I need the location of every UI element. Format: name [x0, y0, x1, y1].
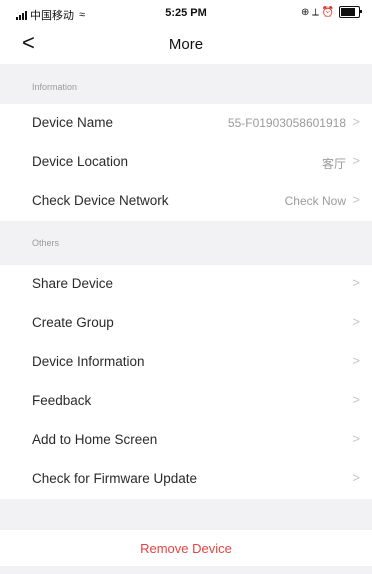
section-title: Information: [32, 82, 78, 92]
row-label: Feedback: [32, 393, 92, 408]
status-right: ⊕ ⟂ ⏰: [300, 6, 362, 18]
page-title: More: [168, 36, 204, 53]
row-label: Check for Firmware Update: [32, 471, 198, 486]
chevron-right-icon: >: [352, 275, 360, 290]
row-value: 客厅: [321, 157, 346, 171]
row-check-device-network[interactable]: Check Device Network Check Now >: [0, 182, 372, 221]
row-label: Device Location: [32, 154, 129, 169]
nav-bar: < More: [0, 26, 372, 64]
row-label: Add to Home Screen: [32, 432, 158, 447]
chevron-right-icon: >: [352, 470, 360, 485]
row-check-firmware-update[interactable]: Check for Firmware Update >: [0, 460, 372, 499]
remove-device-label: Remove Device: [140, 541, 232, 556]
row-share-device[interactable]: Share Device >: [0, 265, 372, 304]
row-label: Share Device: [32, 276, 114, 291]
row-label: Check Device Network: [32, 193, 169, 208]
section-title: Others: [32, 238, 60, 248]
row-device-name[interactable]: Device Name 55-F01903058601918 >: [0, 104, 372, 143]
row-label: Device Name: [32, 115, 114, 130]
chevron-right-icon: >: [352, 392, 360, 407]
row-create-group[interactable]: Create Group >: [0, 304, 372, 343]
status-icons: ⊕ ⟂ ⏰: [300, 6, 334, 18]
battery-icon: [339, 6, 362, 18]
chevron-right-icon: >: [352, 153, 360, 168]
chevron-right-icon: >: [352, 114, 360, 129]
status-bar: 中国移动 ≈ 5:25 PM ⊕ ⟂ ⏰: [0, 0, 372, 26]
row-add-to-home-screen[interactable]: Add to Home Screen >: [0, 421, 372, 460]
remove-device-button[interactable]: Remove Device: [0, 530, 372, 566]
row-value: Check Now: [284, 194, 346, 208]
row-device-information[interactable]: Device Information >: [0, 343, 372, 382]
row-device-location[interactable]: Device Location 客厅 >: [0, 143, 372, 182]
chevron-right-icon: >: [352, 314, 360, 329]
row-label: Create Group: [32, 315, 114, 330]
chevron-right-icon: >: [352, 353, 360, 368]
others-group: Share Device > Create Group > Device Inf…: [0, 265, 372, 499]
row-label: Device Information: [32, 354, 145, 369]
row-value: 55-F01903058601918: [227, 116, 346, 130]
chevron-right-icon: >: [352, 431, 360, 446]
information-group: Device Name 55-F01903058601918 > Device …: [0, 104, 372, 221]
chevron-right-icon: >: [352, 192, 360, 207]
row-feedback[interactable]: Feedback >: [0, 382, 372, 421]
